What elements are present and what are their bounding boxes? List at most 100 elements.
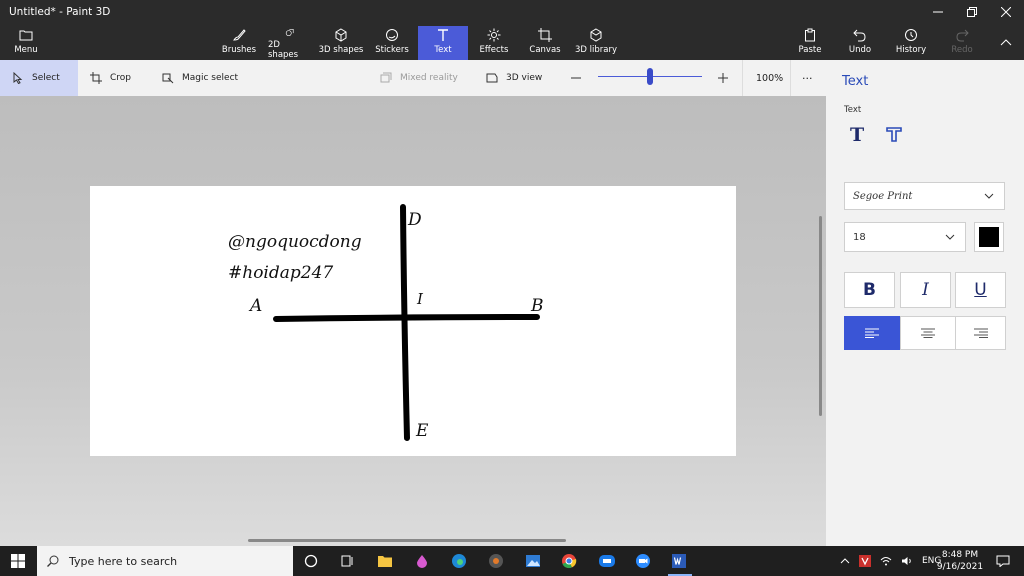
folder-icon bbox=[19, 30, 33, 41]
align-center-button[interactable] bbox=[900, 316, 956, 350]
zoom-out-button[interactable] bbox=[570, 60, 582, 96]
notifications-button[interactable] bbox=[990, 548, 1016, 574]
font-size-dropdown[interactable]: 18 bbox=[844, 222, 966, 252]
effects-label: Effects bbox=[479, 45, 509, 55]
title-ribbon-bar: Untitled* - Paint 3D Menu Brushes 2D sha… bbox=[0, 0, 1024, 60]
bold-button[interactable]: B bbox=[844, 272, 895, 308]
redo-label: Redo bbox=[951, 45, 973, 55]
wifi-icon[interactable] bbox=[880, 556, 892, 566]
chevron-down-icon bbox=[945, 234, 955, 240]
canvas-label: Canvas bbox=[529, 45, 561, 55]
text-icon bbox=[438, 29, 448, 41]
paste-icon bbox=[805, 28, 815, 42]
photos-icon bbox=[526, 555, 540, 567]
font-family-dropdown[interactable]: Segoe Print bbox=[844, 182, 1005, 210]
select-tool-button[interactable]: Select bbox=[0, 60, 78, 96]
paste-label: Paste bbox=[798, 45, 822, 55]
start-button[interactable] bbox=[5, 548, 31, 574]
view-3d-button[interactable]: 3D view bbox=[486, 60, 542, 96]
mixed-reality-button[interactable]: Mixed reality bbox=[380, 60, 458, 96]
text-color-swatch[interactable] bbox=[974, 222, 1004, 252]
stickers-button[interactable]: Stickers bbox=[372, 26, 412, 60]
shapes-2d-label: 2D shapes bbox=[268, 40, 299, 60]
task-view-button[interactable] bbox=[334, 548, 360, 574]
redo-button[interactable]: Redo bbox=[946, 26, 978, 60]
stickers-label: Stickers bbox=[375, 45, 409, 55]
text-tool-label: Text bbox=[434, 45, 452, 55]
file-explorer-button[interactable] bbox=[372, 548, 398, 574]
vertical-scrollbar[interactable] bbox=[819, 216, 822, 416]
library-3d-button[interactable]: 3D library bbox=[574, 26, 618, 60]
speaker-icon[interactable] bbox=[901, 556, 913, 566]
search-placeholder: Type here to search bbox=[69, 554, 178, 568]
brushes-button[interactable]: Brushes bbox=[220, 26, 258, 60]
collapse-ribbon-button[interactable] bbox=[988, 30, 1024, 54]
text-tool-button[interactable]: Text bbox=[418, 26, 468, 60]
more-options-button[interactable]: ··· bbox=[802, 60, 813, 96]
zalo-button[interactable] bbox=[594, 548, 620, 574]
restore-icon bbox=[967, 7, 977, 17]
align-right-button[interactable] bbox=[955, 316, 1006, 350]
history-icon bbox=[905, 29, 917, 41]
effects-button[interactable]: Effects bbox=[476, 26, 512, 60]
view-3d-label: 3D view bbox=[506, 73, 543, 83]
horizontal-scrollbar[interactable] bbox=[248, 539, 566, 542]
paste-button[interactable]: Paste bbox=[794, 26, 826, 60]
edge-button[interactable] bbox=[446, 548, 472, 574]
chevron-up-icon bbox=[1000, 39, 1012, 46]
magic-select-icon bbox=[162, 73, 174, 84]
magic-select-label: Magic select bbox=[182, 73, 239, 83]
crop-tool-button[interactable]: Crop bbox=[90, 60, 131, 96]
antivirus-icon[interactable] bbox=[859, 555, 871, 567]
text-2d-icon[interactable]: T bbox=[850, 124, 872, 146]
canvas-text-handle[interactable]: @ngoquocdong bbox=[228, 232, 362, 252]
media-player-button[interactable] bbox=[483, 548, 509, 574]
canvas-text-hashtag[interactable]: #hoidap247 bbox=[228, 263, 333, 283]
chrome-button[interactable] bbox=[556, 548, 582, 574]
align-center-icon bbox=[921, 328, 935, 338]
taskbar-search-box[interactable]: Type here to search bbox=[37, 546, 293, 576]
select-label: Select bbox=[32, 73, 60, 83]
canvas-button[interactable]: Canvas bbox=[526, 26, 564, 60]
clock[interactable]: 8:48 PM 9/16/2021 bbox=[936, 546, 984, 576]
text-3d-icon[interactable] bbox=[884, 124, 906, 146]
menu-button[interactable]: Menu bbox=[8, 26, 44, 60]
drawing-canvas[interactable]: @ngoquocdong #hoidap247 A B D E I bbox=[90, 186, 736, 456]
edge-icon bbox=[452, 554, 466, 568]
label-i: I bbox=[417, 290, 423, 308]
label-a: A bbox=[250, 296, 263, 316]
close-button[interactable] bbox=[988, 0, 1024, 24]
zoom-in-button[interactable] bbox=[717, 60, 729, 96]
color-swatch-fill bbox=[979, 227, 999, 247]
cortana-button[interactable] bbox=[298, 548, 324, 574]
italic-button[interactable]: I bbox=[900, 272, 951, 308]
zoom-level[interactable]: 100% bbox=[756, 60, 783, 96]
undo-button[interactable]: Undo bbox=[844, 26, 876, 60]
magic-select-button[interactable]: Magic select bbox=[162, 60, 238, 96]
shapes-3d-button[interactable]: 3D shapes bbox=[318, 26, 364, 60]
folder-icon bbox=[378, 556, 392, 567]
paint-3d-taskbar-button[interactable] bbox=[409, 548, 435, 574]
word-icon bbox=[672, 554, 686, 568]
clock-date: 9/16/2021 bbox=[936, 562, 984, 572]
align-left-icon bbox=[865, 328, 879, 338]
undo-label: Undo bbox=[848, 45, 872, 55]
underline-button[interactable]: U bbox=[955, 272, 1006, 308]
panel-title: Text bbox=[842, 74, 869, 89]
mixed-reality-label: Mixed reality bbox=[400, 73, 458, 83]
align-left-button[interactable] bbox=[844, 316, 900, 350]
text-properties-panel: Text Text T Segoe Print 18 B I U bbox=[826, 60, 1024, 546]
zoom-slider-thumb[interactable] bbox=[647, 68, 653, 85]
cube-icon bbox=[335, 28, 347, 42]
windows-logo-icon bbox=[11, 554, 25, 568]
shapes-2d-icon bbox=[285, 28, 294, 37]
minimize-button[interactable] bbox=[920, 0, 956, 24]
restore-button[interactable] bbox=[954, 0, 990, 24]
history-button[interactable]: History bbox=[894, 26, 928, 60]
shapes-2d-button[interactable]: 2D shapes bbox=[268, 26, 312, 60]
word-button[interactable] bbox=[666, 548, 692, 574]
chevron-up-icon[interactable] bbox=[840, 558, 850, 564]
zoom-meetings-button[interactable] bbox=[630, 548, 656, 574]
sticker-icon bbox=[386, 29, 398, 41]
photos-button[interactable] bbox=[520, 548, 546, 574]
